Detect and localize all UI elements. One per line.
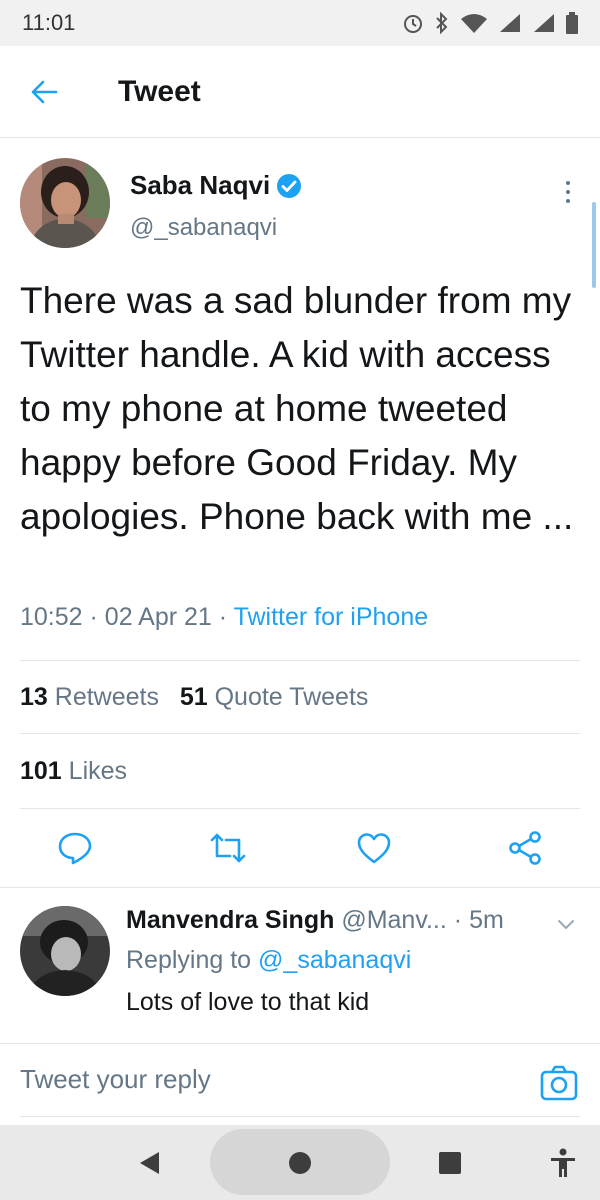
signal-icon [500, 14, 520, 32]
quote-tweets-stat[interactable]: 51 Quote Tweets [180, 683, 369, 711]
status-icons [402, 12, 578, 34]
divider [20, 733, 580, 734]
alarm-icon [404, 15, 422, 33]
signal-icon-2 [534, 14, 554, 32]
likes-label: Likes [68, 757, 128, 785]
reply-time: 5m [469, 906, 504, 934]
wifi-icon [461, 14, 487, 33]
status-bar: 11:01 [0, 0, 600, 46]
arrow-left-icon [31, 80, 58, 103]
scrollbar-thumb[interactable] [592, 202, 596, 288]
more-dot-icon [566, 181, 570, 185]
author-name[interactable]: Saba Naqvi [130, 170, 270, 201]
chevron-down-icon[interactable] [554, 912, 578, 936]
retweets-label: Retweets [54, 683, 159, 711]
author-handle[interactable]: @_sabanaqvi [130, 214, 277, 242]
divider [20, 660, 580, 661]
nav-recents-button[interactable] [430, 1125, 470, 1200]
likes-count: 101 [20, 757, 62, 785]
nav-home-button[interactable] [280, 1125, 320, 1200]
quote-tweets-label: Quote Tweets [214, 683, 369, 711]
accessibility-icon [551, 1148, 575, 1177]
tweet-source-link[interactable]: Twitter for iPhone [234, 603, 429, 631]
tweet-author: Saba Naqvi @_sabanaqvi [20, 158, 580, 254]
retweet-button[interactable] [208, 828, 248, 868]
meta-separator: · [89, 603, 98, 631]
tweet-meta: 10:52 · 02 Apr 21 · Twitter for iPhone [20, 603, 428, 632]
divider [20, 808, 580, 809]
reply-input[interactable] [20, 1064, 520, 1095]
reply-separator: · [453, 906, 463, 934]
app-bar: Tweet [0, 46, 600, 138]
tweet-actions [0, 818, 600, 878]
back-button[interactable] [22, 70, 66, 114]
like-button[interactable] [354, 828, 394, 868]
nav-back-button[interactable] [130, 1125, 170, 1200]
more-dot-icon [566, 190, 570, 194]
reply-text: Lots of love to that kid [126, 988, 370, 1016]
nav-accessibility-button[interactable] [543, 1125, 583, 1200]
camera-icon[interactable] [540, 1064, 578, 1102]
heart-icon [357, 833, 391, 864]
tweet-date: 02 Apr 21 [104, 603, 212, 631]
verified-badge-icon [277, 173, 302, 198]
share-icon [509, 831, 541, 865]
tweet-text: There was a sad blunder from my Twitter … [20, 280, 574, 537]
replying-to-label: Replying to [126, 946, 252, 974]
reply-item[interactable]: Manvendra Singh @Manv... · 5m Replying t… [20, 906, 580, 1026]
retweets-count: 13 [20, 683, 48, 711]
tweet-time: 10:52 [20, 603, 83, 631]
more-options-button[interactable] [556, 172, 580, 212]
back-triangle-icon [140, 1151, 159, 1174]
tweet-stats-row: 13 Retweets 51 Quote Tweets [20, 683, 368, 712]
bluetooth-icon [436, 12, 448, 34]
composer-underline [20, 1116, 580, 1117]
replying-to-handle[interactable]: @_sabanaqvi [258, 946, 411, 974]
reply-button[interactable] [55, 828, 95, 868]
author-avatar[interactable] [20, 158, 110, 248]
quote-tweets-count: 51 [179, 683, 208, 711]
divider [0, 887, 600, 888]
retweets-stat[interactable]: 13 Retweets [20, 683, 159, 711]
share-button[interactable] [505, 828, 545, 868]
reply-composer [0, 1043, 600, 1125]
system-nav-bar [0, 1125, 600, 1200]
recents-square-icon [439, 1151, 461, 1174]
status-time: 11:01 [22, 10, 76, 35]
more-dot-icon [566, 199, 570, 203]
reply-header: Manvendra Singh @Manv... · 5m [126, 906, 504, 935]
page-title: Tweet [118, 74, 201, 108]
likes-stat[interactable]: 101 Likes [20, 757, 127, 786]
replying-to: Replying to @_sabanaqvi [126, 946, 411, 975]
reply-author-handle[interactable]: @Manv... [341, 906, 447, 934]
retweet-icon [210, 833, 246, 863]
meta-separator: · [218, 603, 228, 631]
home-dot-icon [289, 1151, 311, 1174]
comment-icon [58, 832, 92, 865]
author-name-row: Saba Naqvi [130, 170, 302, 201]
reply-author-name[interactable]: Manvendra Singh [126, 906, 334, 934]
battery-icon [566, 12, 578, 34]
reply-avatar[interactable] [20, 906, 110, 996]
